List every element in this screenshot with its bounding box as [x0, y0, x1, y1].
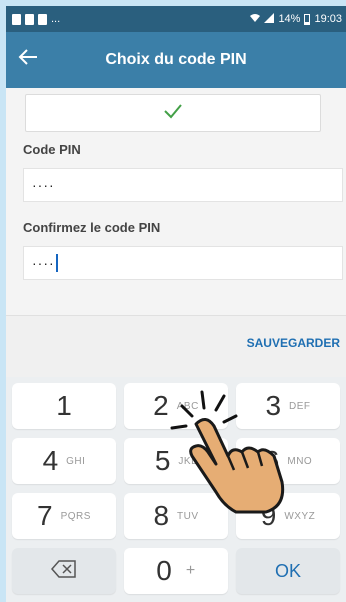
notification-icon [12, 13, 21, 25]
notification-icon [25, 13, 34, 25]
notification-icon [38, 13, 47, 25]
battery-icon [304, 13, 311, 25]
key-letters: WXYZ [284, 510, 316, 522]
checkmark-icon [163, 103, 183, 124]
actions-bar: SAUVEGARDER [6, 315, 346, 377]
key-letters: ABC [176, 400, 199, 412]
key-letters: DEF [289, 400, 311, 412]
key-letters: + [185, 562, 196, 579]
numeric-keypad: 1 2 ABC 3 DEF 4 GHI 5 JKL 6 MNO 7 PQRS 8 TUV 9W… [6, 377, 346, 602]
status-bar: ... 14% 19:03 [6, 6, 346, 32]
backspace-icon [51, 559, 77, 583]
key-digit: 6 [263, 445, 280, 476]
status-left: ... [12, 13, 60, 25]
key-digit: 5 [154, 445, 171, 476]
key-3[interactable]: 3 DEF [236, 383, 340, 429]
key-digit: 4 [42, 445, 59, 476]
key-letters: GHI [66, 455, 86, 467]
key-digit: 3 [265, 390, 282, 421]
key-letters: PQRS [60, 510, 91, 522]
status-right: 14% 19:03 [250, 12, 342, 26]
pin-form: Code PIN ···· Confirmez le code PIN ···· [6, 88, 346, 315]
confirm-pin-label: Confirmez le code PIN [23, 220, 161, 235]
save-button[interactable]: SAUVEGARDER [247, 336, 340, 350]
key-digit: 8 [153, 500, 170, 531]
key-digit: 0 [156, 555, 172, 586]
wifi-icon [250, 13, 261, 26]
key-5[interactable]: 5 JKL [124, 438, 228, 484]
clock: 19:03 [314, 13, 342, 25]
key-8[interactable]: 8 TUV [124, 493, 228, 539]
key-6[interactable]: 6 MNO [236, 438, 340, 484]
pin-value: ···· [32, 177, 55, 193]
phone-screen: ... 14% 19:03 Choix du code PIN Code PIN [6, 6, 346, 602]
key-digit: 2 [153, 390, 169, 421]
arrow-left-icon[interactable] [14, 46, 42, 74]
key-9[interactable]: 9 WXYZ [236, 493, 340, 539]
success-indicator [25, 94, 321, 132]
text-caret [55, 254, 58, 272]
key-4[interactable]: 4 GHI [12, 438, 116, 484]
signal-icon [264, 12, 275, 26]
key-2[interactable]: 2 ABC [124, 383, 228, 429]
confirm-pin-value: ···· [32, 255, 55, 271]
key-0[interactable]: 0 + [124, 548, 228, 594]
ok-label: OK [274, 560, 301, 581]
key-letters: JKL [178, 455, 198, 467]
backspace-key[interactable] [12, 548, 116, 594]
key-letters: TUV [177, 510, 199, 522]
key-letters: MNO [287, 455, 313, 467]
key-digit: 9 [260, 500, 277, 531]
pin-label: Code PIN [23, 142, 81, 157]
ok-key[interactable]: OK [236, 548, 340, 594]
confirm-pin-field[interactable]: ···· [23, 246, 343, 280]
page-title: Choix du code PIN [105, 51, 247, 68]
more-notifications: ... [51, 13, 61, 25]
battery-percent: 14% [278, 13, 301, 25]
key-7[interactable]: 7 PQRS [12, 493, 116, 539]
key-digit: 1 [56, 390, 72, 421]
key-digit: 7 [37, 500, 53, 531]
pin-field[interactable]: ···· [23, 168, 343, 202]
app-bar: Choix du code PIN [6, 32, 346, 88]
key-1[interactable]: 1 [12, 383, 116, 429]
